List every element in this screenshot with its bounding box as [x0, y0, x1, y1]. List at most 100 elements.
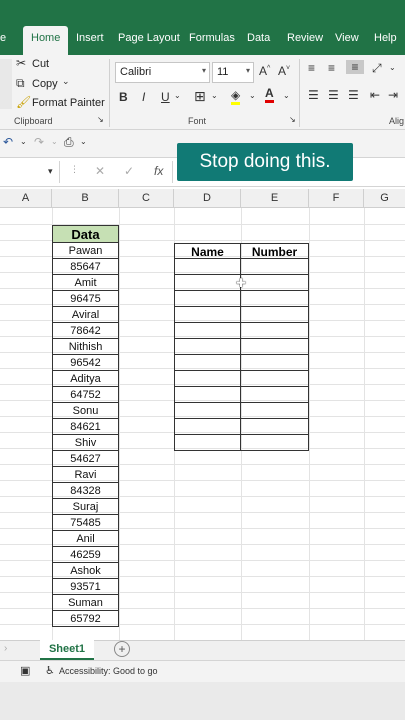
- table-empty-cell[interactable]: [174, 419, 241, 435]
- tab-formulas[interactable]: Formulas: [189, 32, 235, 44]
- data-cell[interactable]: Ravi: [52, 467, 119, 483]
- table-empty-cell[interactable]: [241, 323, 309, 339]
- tab-insert[interactable]: Insert: [76, 32, 104, 44]
- data-cell[interactable]: Amit: [52, 275, 119, 291]
- table-empty-cell[interactable]: [241, 355, 309, 371]
- borders-dropdown-icon[interactable]: ⌄: [211, 91, 218, 100]
- table-empty-cell[interactable]: [241, 371, 309, 387]
- data-cell[interactable]: 46259: [52, 547, 119, 563]
- underline-button[interactable]: U: [161, 90, 170, 104]
- data-cell[interactable]: 75485: [52, 515, 119, 531]
- column-header-g[interactable]: G: [364, 189, 405, 208]
- font-color-icon[interactable]: A: [265, 86, 274, 103]
- data-cell[interactable]: Pawan: [52, 243, 119, 259]
- italic-button[interactable]: I: [142, 90, 145, 104]
- column-header-b[interactable]: B: [52, 189, 119, 208]
- table-empty-cell[interactable]: [174, 323, 241, 339]
- increase-indent-icon[interactable]: ⇥: [388, 88, 398, 102]
- data-cell[interactable]: 93571: [52, 579, 119, 595]
- table-empty-cell[interactable]: [241, 403, 309, 419]
- align-right-icon[interactable]: ☰: [348, 88, 359, 102]
- column-header-e[interactable]: E: [241, 189, 309, 208]
- print-preview-icon[interactable]: ⎙: [64, 135, 74, 150]
- tab-review[interactable]: Review: [287, 32, 323, 44]
- data-cell[interactable]: Aditya: [52, 371, 119, 387]
- table-empty-cell[interactable]: [174, 339, 241, 355]
- column-header-c[interactable]: C: [119, 189, 174, 208]
- data-cell[interactable]: Ashok: [52, 563, 119, 579]
- table-empty-cell[interactable]: [241, 339, 309, 355]
- data-cell[interactable]: Suraj: [52, 499, 119, 515]
- tab-home[interactable]: Home: [23, 26, 69, 55]
- data-cell[interactable]: 85647: [52, 259, 119, 275]
- data-cell[interactable]: 84328: [52, 483, 119, 499]
- table-empty-cell[interactable]: [174, 355, 241, 371]
- middle-align-icon[interactable]: ≡: [328, 61, 335, 75]
- table-empty-cell[interactable]: [174, 291, 241, 307]
- format-painter-button[interactable]: Format Painter: [32, 97, 105, 109]
- tab-view[interactable]: View: [335, 32, 359, 44]
- underline-dropdown-icon[interactable]: ⌄: [174, 91, 181, 100]
- enter-icon[interactable]: ✓: [124, 164, 134, 178]
- table-empty-cell[interactable]: [174, 371, 241, 387]
- clipboard-launcher-icon[interactable]: ↘: [97, 115, 104, 124]
- fill-color-icon[interactable]: ◈: [231, 88, 241, 105]
- data-cell[interactable]: 78642: [52, 323, 119, 339]
- data-cell[interactable]: 84621: [52, 419, 119, 435]
- table-empty-cell[interactable]: [174, 259, 241, 275]
- table-empty-cell[interactable]: [241, 419, 309, 435]
- column-header-d[interactable]: D: [174, 189, 241, 208]
- column-header-f[interactable]: F: [309, 189, 364, 208]
- table-empty-cell[interactable]: [174, 403, 241, 419]
- shrink-font-icon[interactable]: A˅: [278, 64, 290, 78]
- font-name-combo[interactable]: Calibri ▾: [115, 62, 210, 83]
- data-cell[interactable]: 96542: [52, 355, 119, 371]
- grow-font-icon[interactable]: A^: [259, 64, 270, 78]
- insert-function-icon[interactable]: fx: [154, 164, 163, 178]
- top-align-icon[interactable]: ≡: [308, 61, 315, 75]
- tab-file[interactable]: e: [0, 32, 6, 44]
- table-empty-cell[interactable]: [241, 307, 309, 323]
- orientation-dropdown-icon[interactable]: ⌄: [389, 63, 396, 72]
- decrease-indent-icon[interactable]: ⇤: [370, 88, 380, 102]
- data-cell[interactable]: 54627: [52, 451, 119, 467]
- table-empty-cell[interactable]: [241, 291, 309, 307]
- orientation-icon[interactable]: ⤢: [372, 61, 382, 76]
- customize-qat-icon[interactable]: ⌄: [80, 137, 87, 146]
- cut-button[interactable]: Cut: [32, 58, 49, 70]
- align-left-icon[interactable]: ☰: [308, 88, 319, 102]
- copy-dropdown-icon[interactable]: ⌄: [62, 76, 70, 87]
- font-size-combo[interactable]: 11 ▾: [212, 62, 254, 83]
- data-cell[interactable]: 64752: [52, 387, 119, 403]
- accessibility-status[interactable]: Accessibility: Good to go: [59, 666, 158, 676]
- data-cell[interactable]: Shiv: [52, 435, 119, 451]
- table-empty-cell[interactable]: [241, 435, 309, 451]
- copy-button[interactable]: Copy: [32, 78, 58, 90]
- data-cell[interactable]: 65792: [52, 611, 119, 627]
- bold-button[interactable]: B: [119, 90, 128, 104]
- tab-help[interactable]: Help: [374, 32, 397, 44]
- redo-icon[interactable]: ↷: [34, 135, 44, 149]
- table-empty-cell[interactable]: [174, 435, 241, 451]
- table-empty-cell[interactable]: [241, 275, 309, 291]
- table-empty-cell[interactable]: [241, 259, 309, 275]
- tab-page-layout[interactable]: Page Layout: [118, 32, 180, 44]
- borders-icon[interactable]: ⊞: [194, 88, 206, 105]
- table-empty-cell[interactable]: [174, 275, 241, 291]
- table-empty-cell[interactable]: [174, 307, 241, 323]
- data-cell[interactable]: Sonu: [52, 403, 119, 419]
- redo-dropdown-icon[interactable]: ⌄: [51, 137, 58, 146]
- name-box[interactable]: ▾: [0, 161, 60, 183]
- column-header-a[interactable]: A: [0, 189, 52, 208]
- table-empty-cell[interactable]: [241, 387, 309, 403]
- data-cell[interactable]: Nithish: [52, 339, 119, 355]
- table-header-number[interactable]: Number: [241, 243, 309, 259]
- align-center-icon[interactable]: ☰: [328, 88, 339, 102]
- undo-dropdown-icon[interactable]: ⌄: [20, 137, 27, 146]
- table-empty-cell[interactable]: [174, 387, 241, 403]
- data-header-cell[interactable]: Data: [52, 225, 119, 243]
- bottom-align-icon[interactable]: ≡: [346, 60, 364, 74]
- data-cell[interactable]: Anil: [52, 531, 119, 547]
- macro-record-icon[interactable]: ▣: [20, 664, 30, 677]
- sheet-tab-sheet1[interactable]: Sheet1: [40, 640, 94, 660]
